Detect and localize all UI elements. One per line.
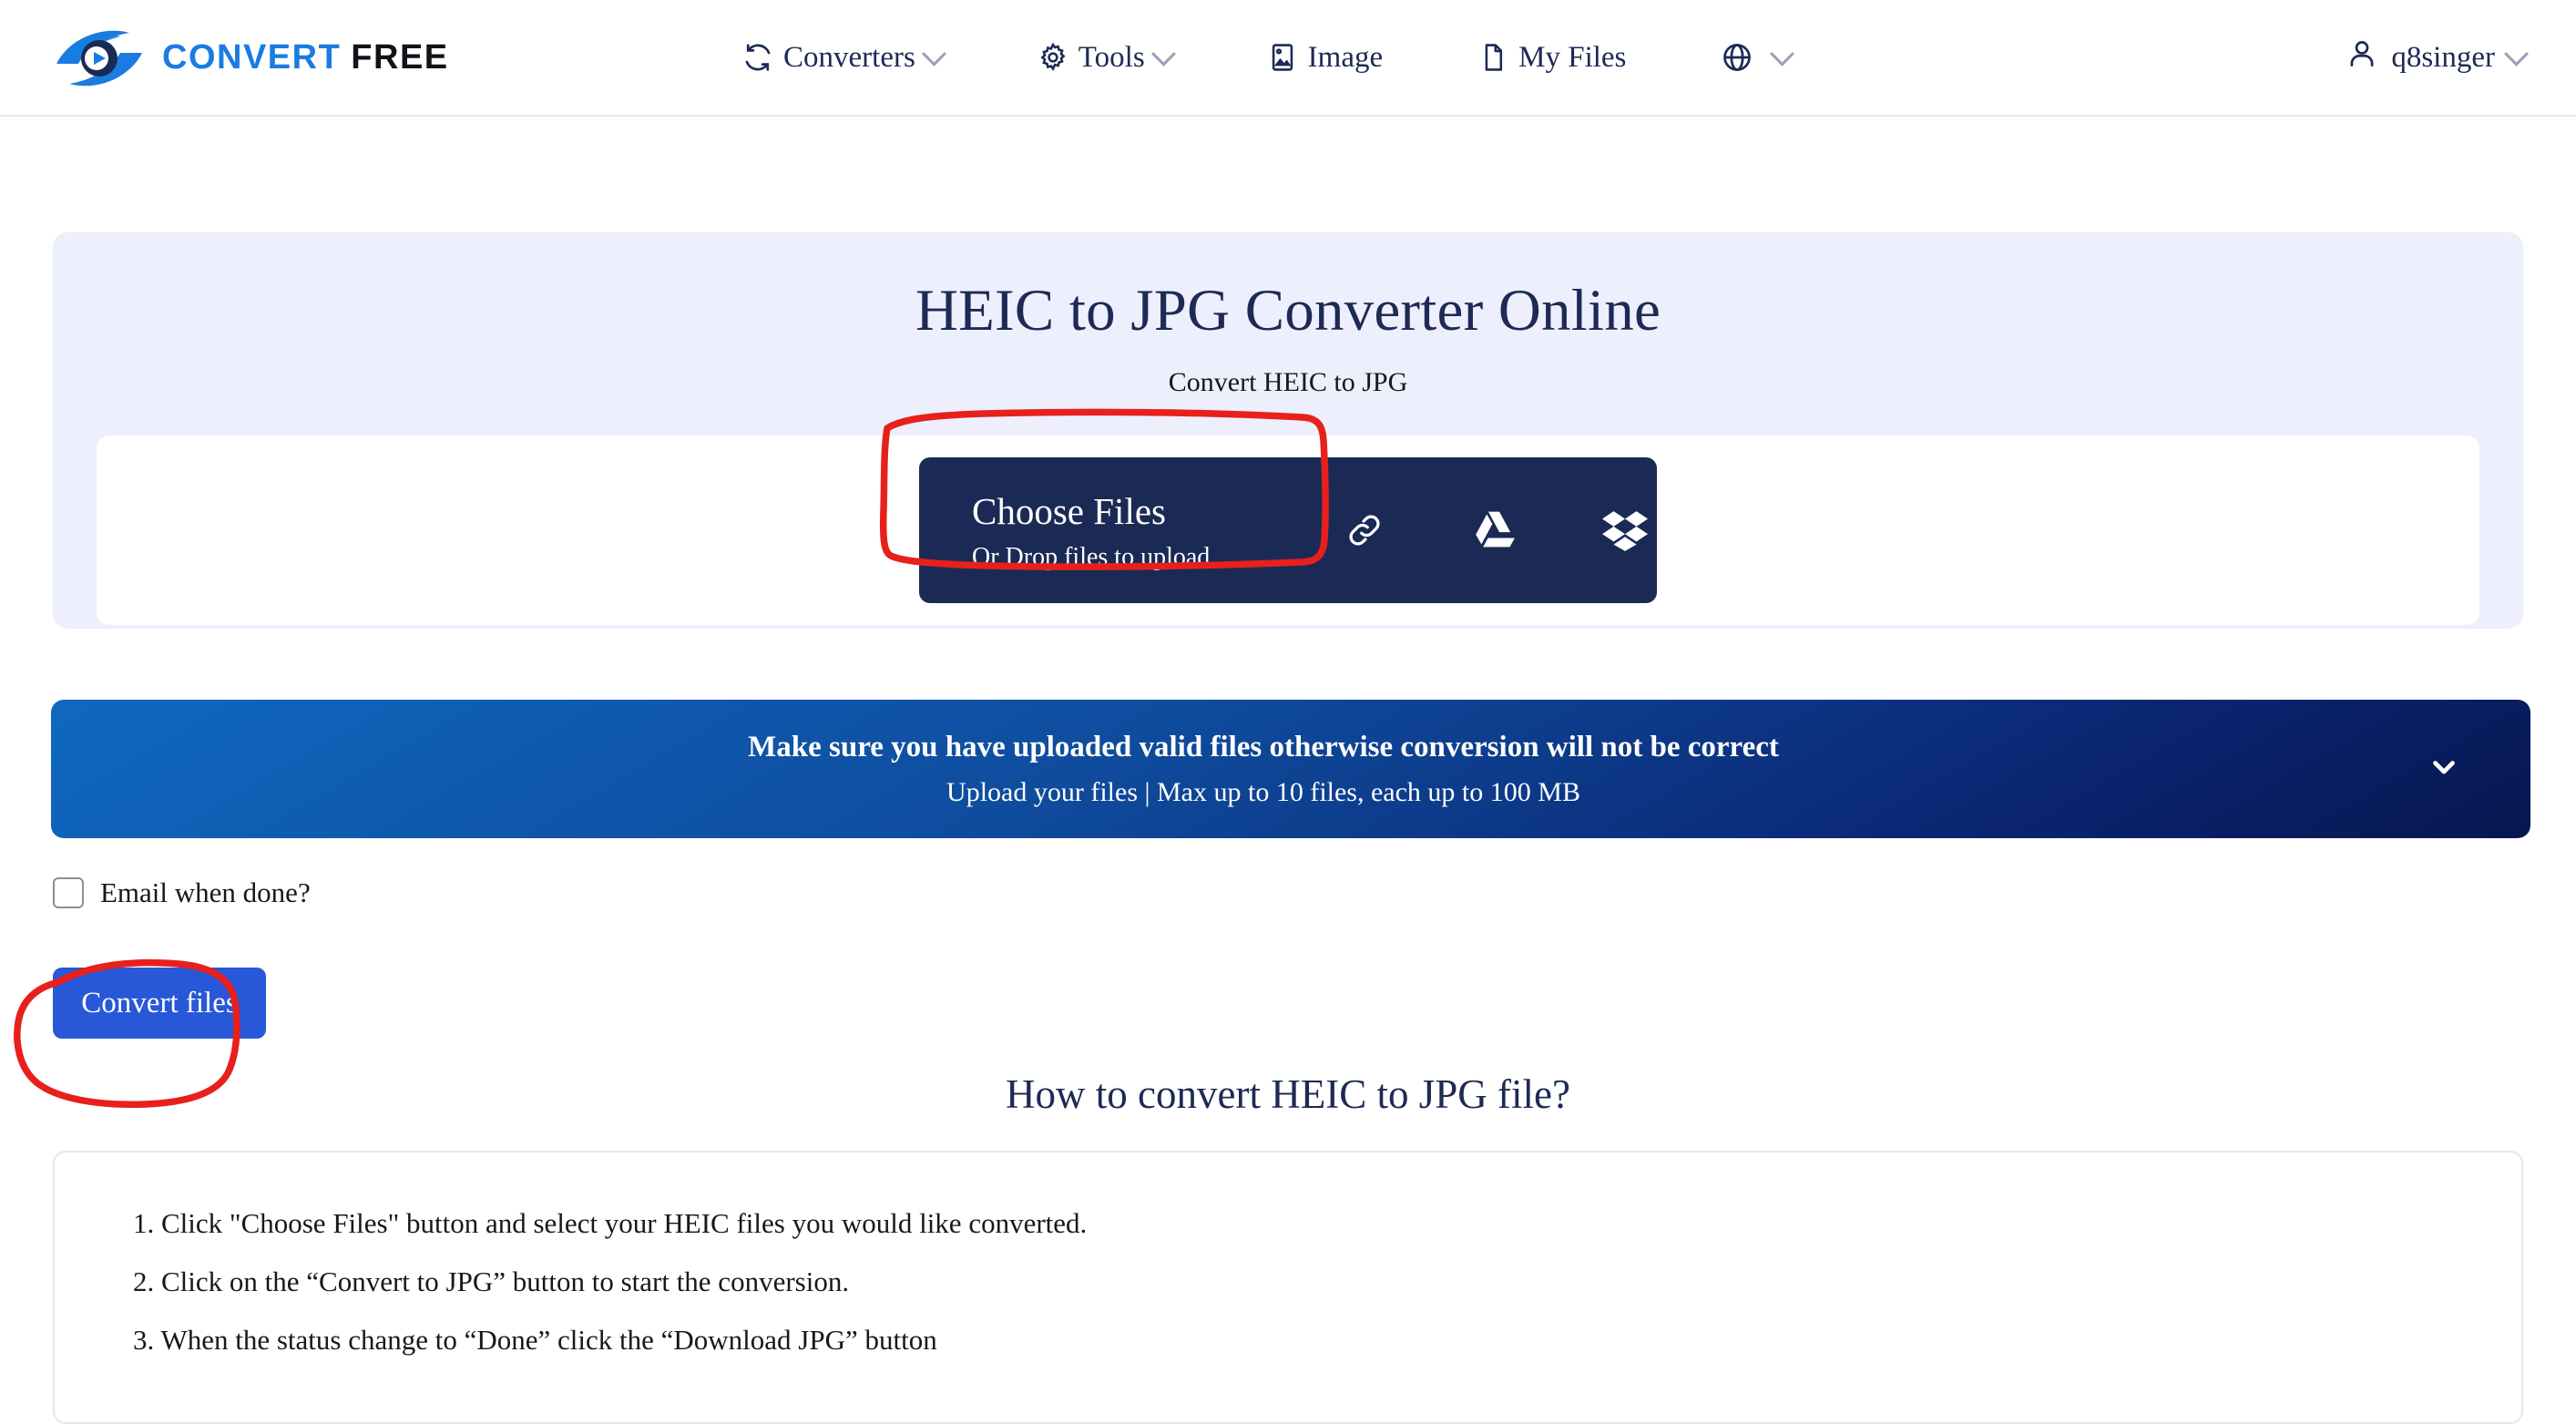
email-when-done-row: Email when done? [53, 876, 311, 909]
convert-files-button[interactable]: Convert files [53, 968, 266, 1039]
choose-files-button[interactable]: Choose Files Or Drop files to upload [919, 457, 1657, 603]
chevron-down-icon [2504, 41, 2529, 67]
user-icon [2346, 37, 2378, 78]
nav-item-tools[interactable]: Tools [1010, 41, 1200, 75]
nav-label-tools: Tools [1078, 40, 1145, 74]
link-icon[interactable] [1344, 509, 1385, 551]
drop-files-hint: Or Drop files to upload [972, 542, 1211, 571]
email-when-done-checkbox[interactable] [53, 877, 84, 908]
notice-line-2: Upload your files | Max up to 10 files, … [946, 776, 1580, 807]
page-title: HEIC to JPG Converter Online [915, 278, 1661, 343]
image-icon [1267, 42, 1298, 73]
nav-item-language[interactable] [1693, 41, 1818, 74]
file-dropzone[interactable]: Choose Files Or Drop files to upload [97, 435, 2479, 625]
upload-notice-banner[interactable]: Make sure you have uploaded valid files … [51, 700, 2530, 838]
chevron-down-icon [921, 41, 946, 67]
user-menu[interactable]: q8singer [2346, 37, 2529, 78]
howto-steps-card: 1. Click "Choose Files" button and selec… [53, 1151, 2523, 1424]
globe-icon [1721, 41, 1753, 74]
site-header: CONVERT FREE Converters Tools Image My F… [0, 0, 2576, 117]
file-icon [1477, 42, 1508, 73]
logo-text-convert: CONVERT [162, 37, 342, 77]
notice-line-1: Make sure you have uploaded valid files … [748, 730, 1779, 763]
google-drive-icon[interactable] [1471, 509, 1517, 551]
nav-item-image[interactable]: Image [1240, 41, 1410, 75]
main-navigation: Converters Tools Image My Files [715, 41, 1818, 75]
nav-label-converters: Converters [783, 40, 915, 74]
hero-card: HEIC to JPG Converter Online Convert HEI… [53, 232, 2523, 629]
nav-label-my-files: My Files [1518, 40, 1627, 74]
logo[interactable]: CONVERT FREE [51, 22, 449, 93]
dropbox-icon[interactable] [1602, 509, 1648, 551]
chevron-down-icon [1770, 41, 1795, 67]
howto-step: 3. When the status change to “Done” clic… [133, 1324, 937, 1356]
convertfree-eye-logo [56, 30, 142, 87]
logo-text-free: FREE [351, 37, 449, 77]
howto-heading: How to convert HEIC to JPG file? [1006, 1071, 1570, 1117]
gear-icon [1038, 42, 1068, 73]
cloud-source-buttons [1344, 509, 1648, 551]
refresh-icon [742, 42, 773, 73]
nav-label-image: Image [1307, 40, 1384, 74]
chevron-down-icon[interactable] [2427, 750, 2461, 789]
nav-item-my-files[interactable]: My Files [1450, 41, 1653, 75]
howto-step: 2. Click on the “Convert to JPG” button … [133, 1265, 850, 1297]
page-subtitle: Convert HEIC to JPG [1168, 367, 1408, 398]
chevron-down-icon [1150, 41, 1176, 67]
nav-item-converters[interactable]: Converters [715, 41, 970, 75]
username-label: q8singer [2391, 40, 2495, 74]
email-when-done-label: Email when done? [100, 876, 311, 908]
choose-files-label: Choose Files [972, 490, 1166, 533]
howto-step: 1. Click "Choose Files" button and selec… [133, 1207, 1088, 1239]
